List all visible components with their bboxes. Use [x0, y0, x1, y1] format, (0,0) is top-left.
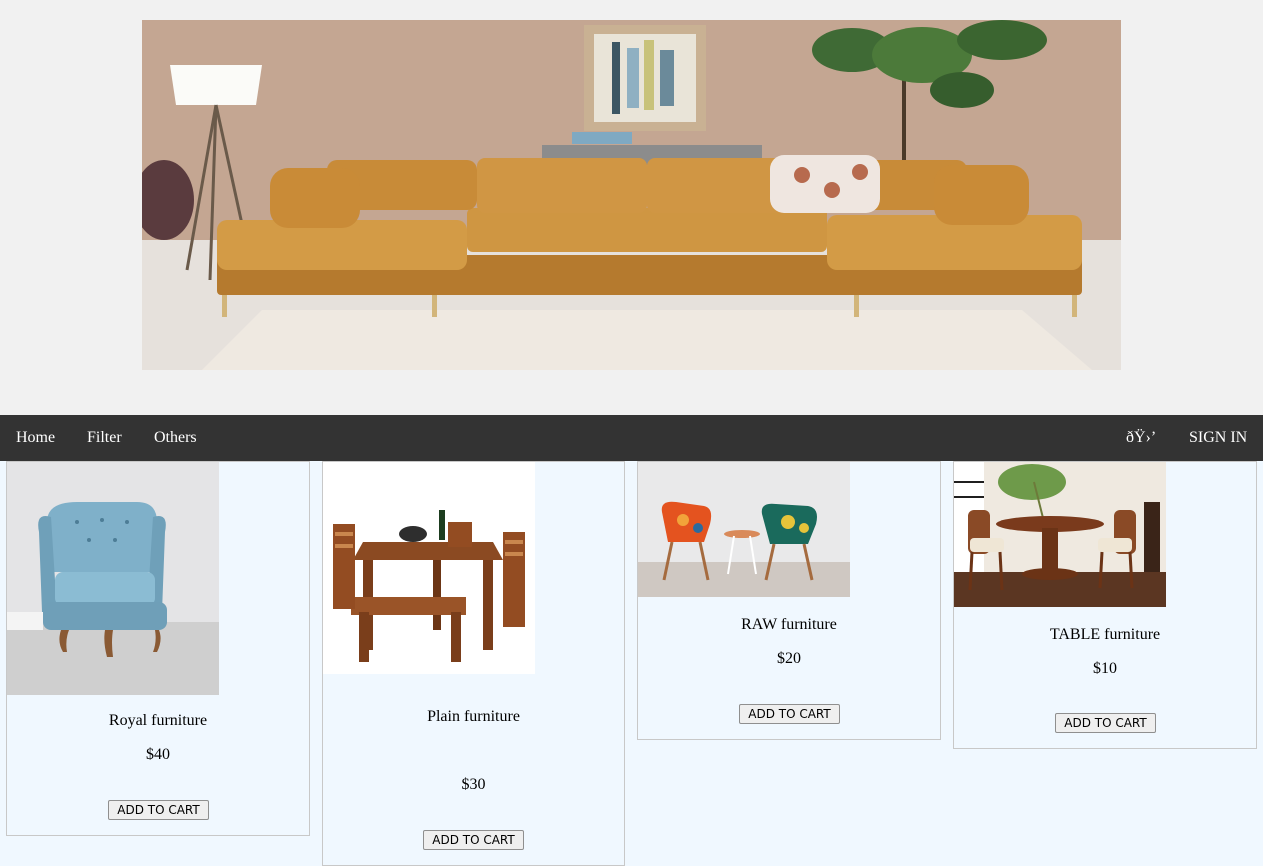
product-image-table: [954, 462, 1166, 607]
product-price: $40: [146, 746, 170, 763]
product-name: Plain furniture: [427, 708, 520, 725]
nav-filter-link[interactable]: Filter: [87, 415, 122, 461]
add-to-cart-button[interactable]: ADD TO CART: [108, 800, 209, 820]
product-grid: Royal furniture $40 ADD TO CART Plain fu…: [0, 461, 1263, 866]
hero-banner-image: [142, 20, 1121, 370]
product-card-raw: RAW furniture $20 ADD TO CART: [637, 461, 941, 740]
add-to-cart-button[interactable]: ADD TO CART: [1055, 713, 1156, 733]
product-price: $10: [1093, 660, 1117, 677]
product-image-royal: [7, 462, 219, 695]
product-price: $20: [777, 650, 801, 667]
product-image-raw: [638, 462, 850, 597]
product-name: TABLE furniture: [1049, 626, 1161, 643]
product-image-plain: [323, 462, 535, 674]
product-name: RAW furniture: [741, 616, 837, 633]
sign-in-link[interactable]: SIGN IN: [1189, 415, 1247, 461]
add-to-cart-button[interactable]: ADD TO CART: [423, 830, 524, 850]
product-card-table: TABLE furniture $10 ADD TO CART: [953, 461, 1257, 749]
product-price: $30: [461, 776, 486, 793]
add-to-cart-button[interactable]: ADD TO CART: [739, 704, 840, 724]
cart-icon[interactable]: ðŸ›’: [1126, 415, 1156, 461]
nav-home-link[interactable]: Home: [16, 415, 55, 461]
top-navigation-bar: Home Filter Others ðŸ›’ SIGN IN: [0, 415, 1263, 461]
sofa-illustration: [142, 20, 1121, 370]
product-card-royal: Royal furniture $40 ADD TO CART: [6, 461, 310, 836]
product-name: Royal furniture: [108, 712, 208, 729]
nav-others-link[interactable]: Others: [154, 415, 197, 461]
product-card-plain: Plain furniture $30 ADD TO CART: [322, 461, 625, 866]
